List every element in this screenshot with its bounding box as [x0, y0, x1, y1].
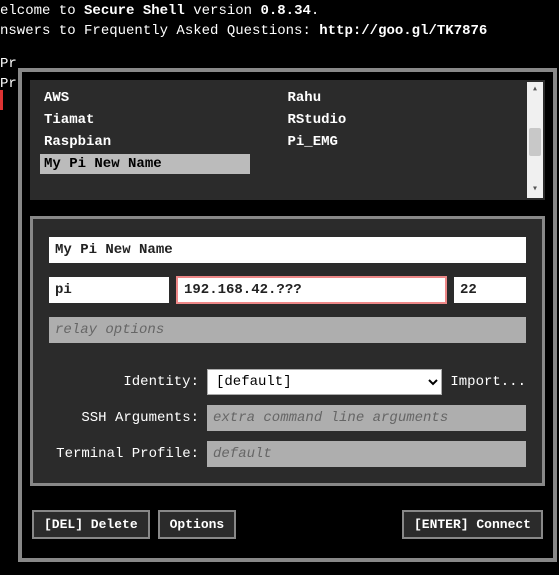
- scroll-thumb[interactable]: [529, 128, 541, 156]
- delete-button[interactable]: [DEL] Delete: [32, 510, 150, 539]
- connection-item-selected[interactable]: My Pi New Name: [40, 154, 250, 174]
- connection-form: relay options Identity: [default] Import…: [30, 216, 545, 486]
- connection-item[interactable]: RStudio: [284, 110, 524, 130]
- scroll-down-icon[interactable]: ▾: [527, 182, 543, 198]
- connection-name-input[interactable]: [49, 237, 526, 263]
- terminal-profile-input[interactable]: default: [207, 441, 526, 467]
- port-input[interactable]: [454, 277, 526, 303]
- host-input[interactable]: [177, 277, 446, 303]
- identity-label: Identity:: [49, 374, 199, 390]
- ssh-args-input[interactable]: extra command line arguments: [207, 405, 526, 431]
- scrollbar[interactable]: ▴ ▾: [527, 82, 543, 198]
- connection-item[interactable]: Raspbian: [40, 132, 280, 152]
- connection-item[interactable]: Rahu: [284, 88, 524, 108]
- options-button[interactable]: Options: [158, 510, 237, 539]
- connection-dialog: AWS Rahu Tiamat RStudio Raspbian Pi_EMG …: [18, 68, 557, 562]
- connection-item[interactable]: Tiamat: [40, 110, 280, 130]
- import-link[interactable]: Import...: [450, 374, 526, 390]
- relay-options-input[interactable]: relay options: [49, 317, 526, 343]
- cursor-bar: [0, 90, 3, 110]
- connections-list-pane: AWS Rahu Tiamat RStudio Raspbian Pi_EMG …: [30, 80, 545, 200]
- username-input[interactable]: [49, 277, 169, 303]
- ssh-args-label: SSH Arguments:: [49, 410, 199, 426]
- identity-select[interactable]: [default]: [207, 369, 442, 395]
- scroll-up-icon[interactable]: ▴: [527, 82, 543, 98]
- connect-button[interactable]: [ENTER] Connect: [402, 510, 543, 539]
- terminal-profile-label: Terminal Profile:: [49, 446, 199, 462]
- connection-item[interactable]: AWS: [40, 88, 280, 108]
- connection-item[interactable]: Pi_EMG: [284, 132, 524, 152]
- faq-link[interactable]: http://goo.gl/TK7876: [319, 23, 487, 39]
